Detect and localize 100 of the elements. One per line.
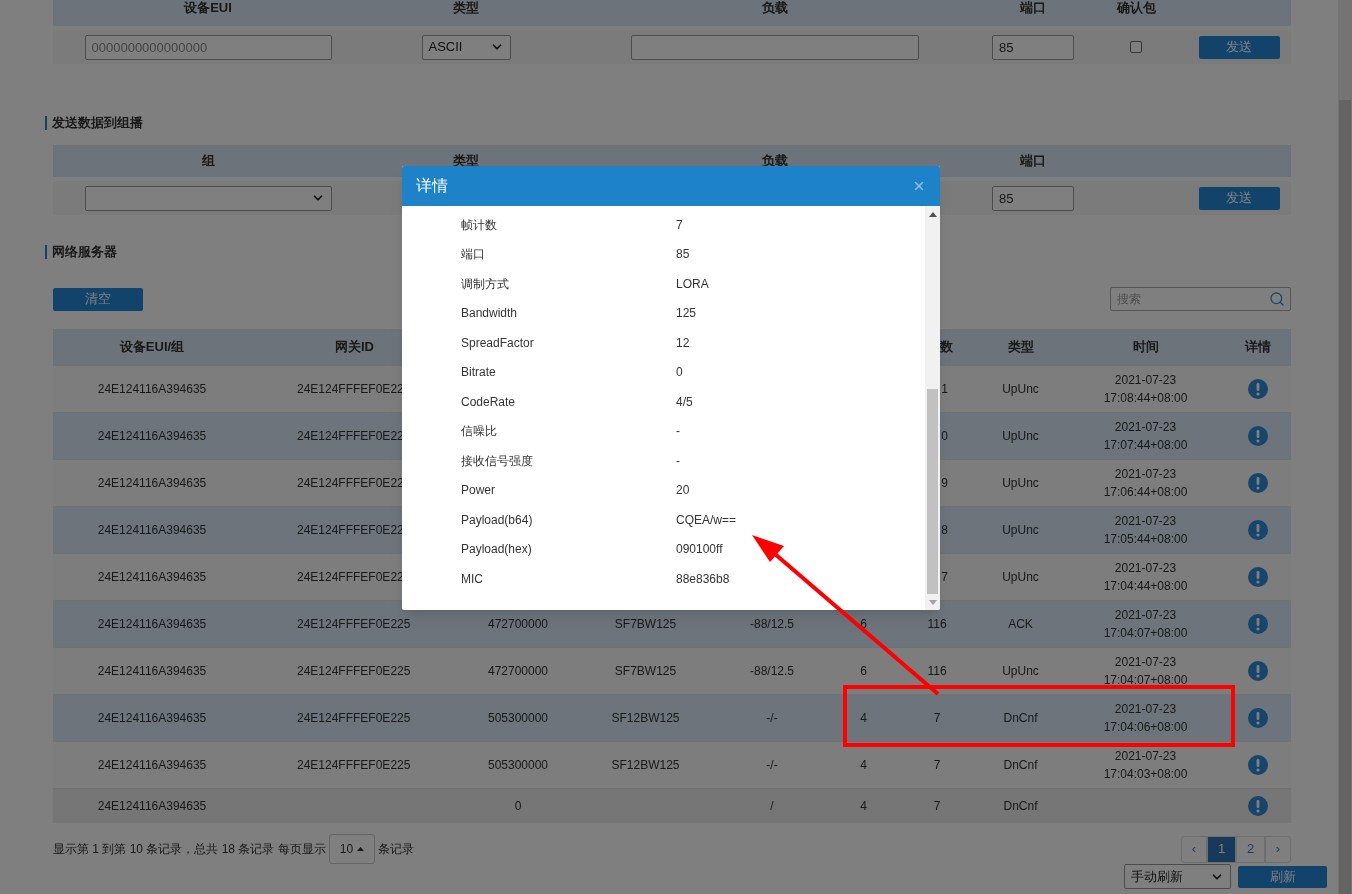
field-label: Payload(b64) [461,511,534,529]
field-label: MIC [461,570,484,588]
info-icon[interactable] [1247,661,1268,681]
table-cell-text: 24E124FFFEF0E225 [297,757,411,774]
table-cell-text: 2021-07-23 17:04:06+08:00 [1102,701,1189,736]
send-button[interactable]: 发送 [1198,186,1280,210]
search-icon [1269,291,1285,307]
device-eui-field[interactable]: 0000000000000000 [84,34,332,60]
table-cell-text: 24E124116A394635 [97,569,207,586]
caret-up-icon [357,847,365,851]
field-label: Payload(hex) [461,541,533,559]
table-cell-text: 24E124116A394635 [97,798,207,815]
column-header: 端口 [1018,0,1047,18]
field-label: Bandwidth [461,305,519,323]
port-field[interactable]: 85 [992,185,1074,211]
table-cell-text: -/- [766,757,778,774]
field-value: CQEA/w== [676,511,737,529]
table-cell-text: 2021-07-23 17:04:44+08:00 [1102,560,1189,595]
table-cell-text: UpUnc [1002,381,1039,398]
table-cell-text: 24E124116A394635 [97,710,207,727]
table-cell-text: 2021-07-23 17:05:44+08:00 [1102,513,1189,548]
info-icon[interactable] [1247,520,1268,540]
info-icon[interactable] [1247,473,1268,493]
table-cell-text: 24E124116A394635 [97,381,207,398]
info-icon[interactable] [1247,755,1268,775]
table-cell-text: 2021-07-23 17:08:44+08:00 [1102,372,1189,407]
scrollbar[interactable] [1338,0,1352,894]
column-header: 时间 [1132,338,1159,357]
table-cell-text: ACK [1008,616,1033,633]
select-field[interactable]: ASCII [421,34,511,60]
table-cell-text: 4 [860,757,867,774]
column-header: 组 [200,152,216,171]
field-value: - [676,423,680,441]
column-header: 负载 [761,0,789,18]
table-cell-text: DnCnf [1003,710,1038,727]
page-button[interactable]: 1 [1207,835,1236,863]
clear-button[interactable]: 清空 [53,287,143,311]
payload-field[interactable] [631,34,919,60]
field-value: 125 [676,305,697,323]
table-cell-text: 472700000 [487,616,549,633]
table-cell-text: 7 [933,710,941,727]
scroll-up-icon[interactable] [928,212,937,217]
scrollbar-thumb[interactable] [927,389,938,594]
field-value: 12 [676,334,690,352]
info-icon[interactable] [1247,567,1268,587]
dialog-title: 详情 [416,176,448,196]
table-cell-text: 24E124FFFEF0E22 [297,381,404,398]
dialog-scrollbar[interactable] [925,206,940,610]
table-cell-text: 24E124116A394635 [97,522,207,539]
info-icon[interactable] [1247,426,1268,446]
info-icon[interactable] [1247,708,1268,728]
pagination-summary: 条记录 [378,841,415,858]
table-cell-text: 116 [927,663,947,680]
table-cell-text: 2021-07-23 17:04:07+08:00 [1102,654,1189,689]
info-icon[interactable] [1247,796,1268,816]
table-cell-text: 7 [933,798,941,815]
previous-page-button[interactable]: ‹ [1181,835,1207,863]
table-cell-text: 2021-07-23 17:04:07+08:00 [1102,607,1189,642]
confirm-checkbox[interactable] [1130,41,1142,53]
table-cell-text: 2021-07-23 17:06:44+08:00 [1102,466,1189,501]
field-value: 4/5 [676,393,693,411]
table-cell-text: 24E124FFFEF0E225 [297,710,411,727]
info-icon[interactable] [1247,379,1268,399]
table-cell-text: 24E124116A394635 [97,428,207,445]
table-cell-text: -88/12.5 [749,616,794,633]
table-cell-text: -/- [766,710,778,727]
field-label: CodeRate [461,393,517,411]
page-button[interactable]: 2 [1236,835,1265,863]
table-cell-text: SF7BW125 [614,616,677,633]
column-header: 网关ID [335,338,374,357]
table-cell-text: DnCnf [1003,798,1038,815]
field-label: Power [461,482,496,500]
table-cell-text: 1 [941,381,948,398]
field-value: 7 [676,216,683,234]
page-size-button[interactable]: 10 [328,834,376,864]
next-page-button[interactable]: › [1265,835,1291,863]
column-header: 设备EUI [183,0,233,18]
section-title: 发送数据到组播 [45,116,143,130]
send-button[interactable]: 发送 [1198,35,1280,59]
refresh-button[interactable]: 刷新 [1238,865,1327,888]
table-cell-text: UpUnc [1002,569,1039,586]
scrollbar-thumb[interactable] [1339,100,1351,894]
field-label: SpreadFactor [461,334,535,352]
field-value: LORA [676,275,709,293]
field-value: 0 [676,364,683,382]
info-icon[interactable] [1247,614,1268,634]
table-cell-text: -88/12.5 [749,663,794,680]
select-field[interactable]: 手动刷新 [1124,864,1231,889]
close-icon[interactable] [912,179,926,193]
table-cell-text: SF7BW125 [614,663,677,680]
port-field[interactable]: 85 [992,34,1074,60]
column-header: 端口 [1018,152,1047,171]
table-cell-text: 116 [927,616,947,633]
select-field[interactable] [84,185,332,211]
table-cell-text: UpUnc [1002,522,1039,539]
column-header: 数 [940,338,953,357]
table-cell-text: UpUnc [1002,428,1039,445]
field-value: 090100ff [676,541,723,559]
table-cell-text: DnCnf [1003,757,1038,774]
pagination-summary: 显示第 1 到第 10 条记录，总共 18 条记录 每页显示 [53,841,326,858]
